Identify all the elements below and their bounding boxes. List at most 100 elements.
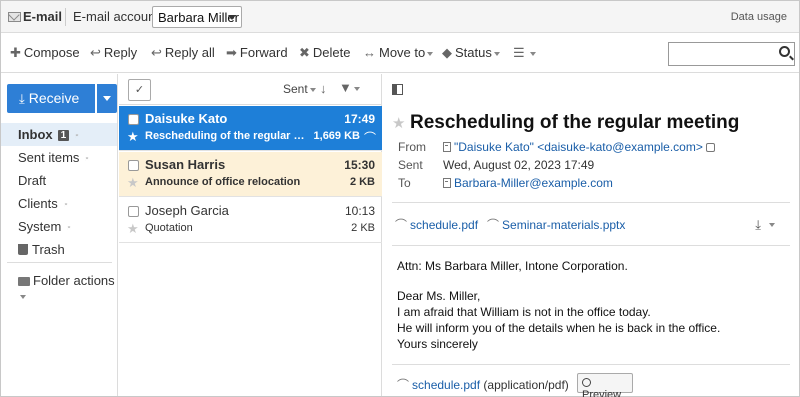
account-select[interactable]: Barbara Miller [152,6,242,28]
message-time: 17:49 [344,112,375,126]
sidebar-item-label: Trash [32,242,65,257]
body-line: I am afraid that William is not in the o… [397,305,651,319]
folder-icon [18,277,30,286]
message-checkbox[interactable] [128,160,139,171]
reply-all-button[interactable]: ↩ Reply all [151,45,215,61]
chevron-down-icon [103,96,111,101]
bottom-attachment-link[interactable]: schedule.pdf [412,378,480,392]
divider [392,364,790,365]
attachment-link[interactable]: ⌒ schedule.pdf [395,216,478,233]
folder-actions-label: Folder actions [33,273,115,288]
add-contact-icon[interactable] [705,143,715,152]
paperclip-icon: ⌒ [395,218,408,232]
download-icon[interactable]: ⤓ [755,217,761,233]
compose-button[interactable]: ✚ Compose [10,45,80,61]
star-icon[interactable]: ★ [127,129,139,145]
check-icon: ✓ [134,84,145,96]
magnifier-icon [582,378,591,387]
message-subject: Announce of office relocation [145,176,301,188]
divider [65,8,66,26]
reply-button[interactable]: ↩ Reply [90,45,137,61]
download-icon: ⤓ [19,91,25,106]
forward-button[interactable]: ➡ Forward [226,45,288,61]
top-bar: E-mail E-mail account: Barbara Miller Da… [1,1,799,33]
preview-button[interactable]: Preview [577,373,633,397]
plus-icon: ✚ [10,45,21,60]
data-usage-link[interactable]: Data usage [731,11,787,23]
rss-icon: ◔ [81,153,93,165]
chevron-down-icon [493,51,500,56]
pane-layout-icon[interactable] [392,84,403,95]
star-icon[interactable]: ★ [127,175,139,191]
to-value: Barbara-Miller@example.com [443,176,613,190]
search-icon[interactable] [779,46,790,57]
sidebar-item-system[interactable]: System ◔ [1,215,117,238]
message-sender: Susan Harris [145,157,226,172]
app-title: E-mail [23,9,63,24]
sidebar-item-label: Sent items [18,150,80,165]
to-email-link[interactable]: Barbara-Miller@example.com [454,176,613,190]
from-email-link[interactable]: <daisuke-kato@example.com> [537,140,703,154]
tag-icon: ◆ [442,45,452,60]
message-sender: Joseph Garcia [145,203,229,218]
body-line: Dear Ms. Miller, [397,289,481,303]
divider [7,262,112,263]
body-line: Yours sincerely [397,337,478,351]
sent-value: Wed, August 02, 2023 17:49 [443,158,595,172]
sidebar-item-label: Inbox [18,127,53,142]
divider [392,202,790,203]
from-name-link[interactable]: "Daisuke Kato" [454,140,534,154]
toolbar: ✚ Compose ↩ Reply ↩ Reply all ➡ Forward ✖ Del… [1,34,799,73]
chevron-down-icon[interactable] [769,223,775,227]
status-button[interactable]: ◆ Status [442,45,500,61]
move-icon: ↔ [363,45,376,60]
reading-pane: ★ Rescheduling of the regular meeting Fr… [383,74,799,397]
delete-button[interactable]: ✖ Delete [299,45,350,61]
chevron-down-icon [427,51,434,56]
paperclip-icon: ⌒ [487,218,500,232]
sort-select[interactable]: Sent [283,82,316,96]
message-checkbox[interactable] [128,206,139,217]
body-line: He will inform you of the details when h… [397,321,721,335]
view-options-button[interactable]: ☰ [513,45,536,61]
rss-icon: ◔ [60,199,71,211]
rss-icon: ◔ [63,222,75,234]
address-card-icon [443,178,451,188]
search-input[interactable] [668,42,795,66]
unread-count-badge: 1 [57,130,70,141]
from-label: From [398,140,426,154]
account-select-value: Barbara Miller [158,10,239,25]
star-icon[interactable]: ★ [127,221,139,237]
filter-icon[interactable]: ▼ [339,80,360,95]
move-to-button[interactable]: ↔ Move to [363,45,434,60]
sort-direction-icon[interactable]: ↓ [320,81,327,96]
message-subject: Quotation [145,222,193,234]
from-value: "Daisuke Kato" <daisuke-kato@example.com… [443,140,715,154]
chevron-down-icon [309,87,316,92]
forward-icon: ➡ [226,45,237,60]
list-item[interactable]: Daisuke Kato 17:49 ★ Rescheduling of the… [119,106,382,151]
sidebar-item-sent[interactable]: Sent items ◔ [1,146,117,169]
sidebar-item-draft[interactable]: Draft [1,169,117,192]
account-label: E-mail account: [73,9,163,24]
sidebar-item-clients[interactable]: Clients ◔ [1,192,117,215]
envelope-icon [8,12,21,22]
list-item[interactable]: Joseph Garcia 10:13 ★ Quotation 2 KB [119,198,382,243]
select-all-checkbox[interactable]: ✓ [128,79,151,101]
delete-icon: ✖ [299,45,310,60]
receive-options-button[interactable] [97,84,117,113]
message-subject: Rescheduling of the regular me... [145,130,305,142]
attachment-link[interactable]: ⌒ Seminar-materials.pptx [487,216,625,233]
message-sender: Daisuke Kato [145,111,228,126]
star-icon[interactable]: ★ [392,114,405,132]
message-size: 2 KB [351,222,375,234]
reply-icon: ↩ [90,45,101,60]
list-item[interactable]: Susan Harris 15:30 ★ Announce of office … [119,152,382,197]
sidebar-item-inbox[interactable]: Inbox 1 ◔ [1,123,117,146]
receive-button[interactable]: ⤓ Receive [7,84,95,113]
sidebar-item-trash[interactable]: Trash [1,238,117,261]
message-checkbox[interactable] [128,114,139,125]
message-size: 1,669 KB [313,130,360,142]
folder-actions-menu[interactable]: Folder actions [1,269,117,299]
body-line: Attn: Ms Barbara Miller, Intone Corporat… [397,259,628,273]
